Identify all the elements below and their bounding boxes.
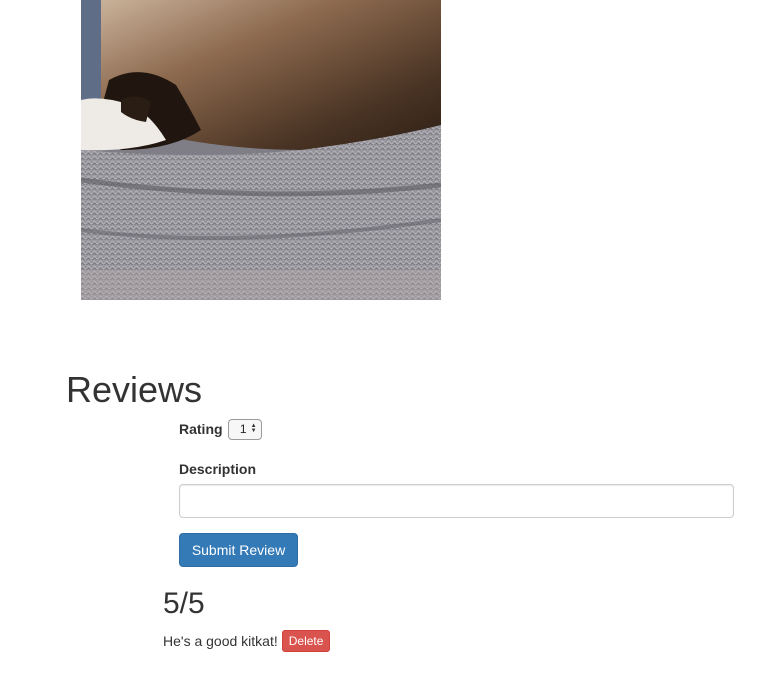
- select-arrows-icon: ▲ ▼: [250, 423, 257, 434]
- description-input[interactable]: [179, 484, 734, 518]
- description-label: Description: [179, 461, 257, 477]
- submit-review-button[interactable]: Submit Review: [179, 533, 298, 567]
- delete-review-button[interactable]: Delete: [281, 630, 331, 652]
- rating-select-value: 1: [239, 422, 247, 436]
- review-item: He's a good kitkat! Delete: [163, 630, 331, 652]
- cat-photo-illustration: [81, 0, 441, 300]
- reviews-heading: Reviews: [66, 369, 203, 410]
- review-score: 5/5: [163, 587, 205, 620]
- review-text: He's a good kitkat!: [163, 633, 278, 649]
- rating-select[interactable]: 1 ▲ ▼: [227, 418, 262, 440]
- rating-row: Rating 1 ▲ ▼: [179, 418, 262, 440]
- pet-photo: [81, 0, 441, 300]
- rating-label: Rating: [179, 421, 223, 437]
